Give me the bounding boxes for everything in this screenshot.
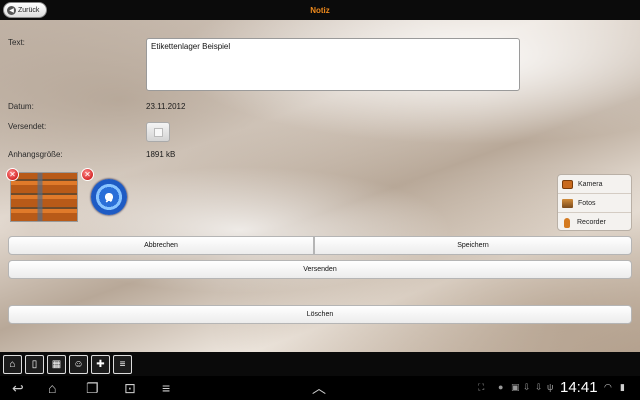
page-title: Notiz	[310, 5, 330, 15]
contacts-icon[interactable]: ☺	[69, 354, 88, 374]
notes-icon[interactable]: ≡	[113, 354, 132, 374]
delete-attachment-icon[interactable]: ✕	[81, 168, 94, 181]
battery-icon: ▮	[620, 382, 625, 392]
photos-label: Fotos	[578, 199, 596, 207]
music-disc-icon: ♫	[91, 179, 127, 215]
back-button[interactable]: ◀ Zurück	[3, 2, 47, 18]
media-panel: Kamera Fotos Recorder	[557, 174, 632, 231]
size-label: Anhangsgröße:	[8, 150, 63, 159]
cancel-button[interactable]: Abbrechen	[8, 236, 314, 255]
back-nav-icon[interactable]: ↩	[12, 379, 24, 397]
device-icon[interactable]: ▯	[25, 354, 44, 374]
home-nav-icon[interactable]: ⌂	[48, 379, 56, 397]
delete-button[interactable]: Löschen	[8, 305, 632, 324]
download-icon: ⇩	[523, 382, 531, 392]
system-navigation-bar: ↩ ⌂ ❐ ⊡ ≡ ︿ ⛶ ● ▣ ⇩ ⇩ ψ 14:41 ◠ ▮	[0, 376, 640, 400]
size-value: 1891 kB	[146, 150, 176, 159]
delete-attachment-icon[interactable]: ✕	[6, 168, 19, 181]
save-button[interactable]: Speichern	[314, 236, 632, 255]
grid-icon[interactable]: ▦	[47, 354, 66, 374]
checkbox-box	[153, 127, 163, 137]
back-button-label: Zurück	[18, 6, 40, 14]
clock: 14:41	[560, 379, 598, 396]
image-icon: ▣	[511, 382, 520, 392]
usb-icon: ψ	[547, 382, 554, 392]
microphone-icon	[564, 217, 570, 228]
download-icon: ⇩	[535, 382, 543, 392]
photo-folder-icon	[562, 198, 573, 208]
recent-apps-icon[interactable]: ❐	[86, 379, 99, 397]
camera-label: Kamera	[578, 180, 603, 188]
date-label: Datum:	[8, 102, 34, 111]
menu-icon[interactable]: ≡	[162, 379, 170, 397]
camera-button[interactable]: Kamera	[558, 175, 631, 194]
send-button[interactable]: Versenden	[8, 260, 632, 279]
recorder-label: Recorder	[577, 219, 606, 226]
chevron-up-icon[interactable]: ︿	[312, 379, 326, 397]
title-bar: ◀ Zurück Notiz	[0, 0, 640, 20]
sent-label: Versendet:	[8, 122, 47, 131]
arrow-left-icon: ◀	[7, 5, 16, 15]
text-field[interactable]: Etikettenlager Beispiel	[146, 38, 520, 91]
home-icon[interactable]: ⌂	[3, 354, 22, 374]
android-icon: ●	[498, 382, 504, 392]
add-contact-icon[interactable]: ✚	[91, 354, 110, 374]
screenshot-icon[interactable]: ⊡	[124, 379, 136, 397]
photos-button[interactable]: Fotos	[558, 194, 631, 213]
app-toolbar: ⌂ ▯ ▦ ☺ ✚ ≡	[0, 352, 640, 376]
text-label: Text:	[8, 38, 25, 47]
camera-icon	[562, 179, 573, 189]
date-value: 23.11.2012	[146, 102, 186, 111]
image-attachment-thumbnail[interactable]	[10, 172, 78, 222]
sent-checkbox[interactable]	[146, 122, 170, 142]
recorder-button[interactable]: Recorder	[558, 213, 631, 232]
wifi-icon: ◠	[604, 382, 612, 392]
fullscreen-icon: ⛶	[478, 382, 485, 392]
